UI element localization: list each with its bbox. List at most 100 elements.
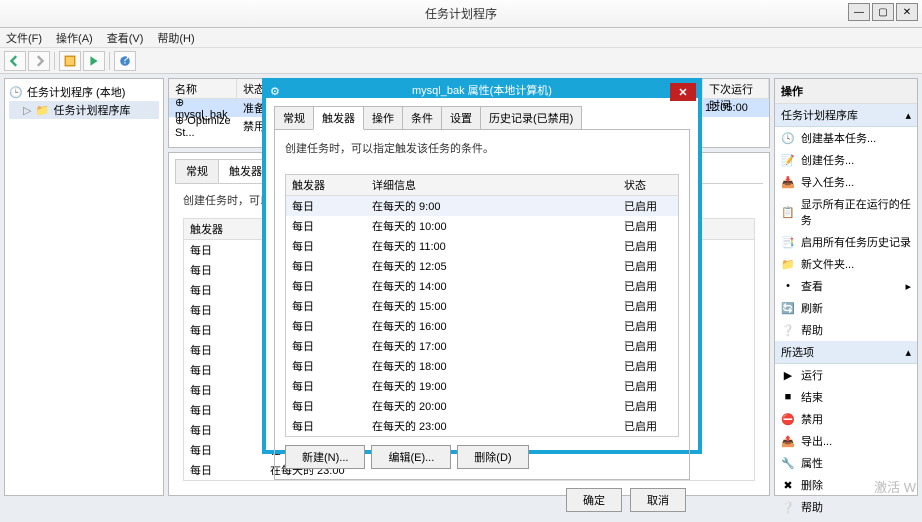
end-icon: ■ [781, 390, 795, 404]
clock-icon: 🕒 [9, 85, 23, 99]
delete-trigger-button[interactable]: 删除(D) [457, 445, 528, 469]
action-label: 帮助 [801, 322, 823, 338]
dialog-trigger-row[interactable]: 每日在每天的 17:00已启用 [286, 336, 678, 356]
tree-root[interactable]: 🕒 任务计划程序 (本地) [9, 83, 159, 101]
main-titlebar: 任务计划程序 — ▢ ✕ [0, 0, 922, 28]
action-disable[interactable]: ⛔禁用 [775, 408, 917, 430]
dlg-tab-triggers[interactable]: 触发器 [313, 106, 364, 130]
dlg-tab-conditions[interactable]: 条件 [402, 106, 442, 130]
toolbar: ? [0, 48, 922, 74]
schedule-icon: 🕓 [781, 131, 795, 145]
actions-group-library: 任务计划程序库▴ [775, 104, 917, 127]
history-icon: 📑 [781, 235, 795, 249]
menu-bar: 文件(F) 操作(A) 查看(V) 帮助(H) [0, 28, 922, 48]
properties-dialog: ⚙ mysql_bak 属性(本地计算机) ✕ 常规 触发器 操作 条件 设置 … [262, 78, 702, 454]
dialog-close-button[interactable]: ✕ [670, 83, 696, 101]
dialog-title: mysql_bak 属性(本地计算机) [412, 82, 552, 98]
dlg-hdr-trigger[interactable]: 触发器 [286, 175, 366, 195]
action-help[interactable]: ❔帮助 [775, 496, 917, 518]
action-end[interactable]: ■ 结束 [775, 386, 917, 408]
folder-icon: 📁 [781, 257, 795, 271]
dialog-trigger-row[interactable]: 每日在每天的 15:00已启用 [286, 296, 678, 316]
action-label: 显示所有正在运行的任务 [801, 196, 911, 228]
dialog-trigger-row[interactable]: 每日在每天的 11:00已启用 [286, 236, 678, 256]
maximize-button[interactable]: ▢ [872, 3, 894, 21]
action-label: 删除 [801, 477, 823, 493]
ok-button[interactable]: 确定 [566, 488, 622, 512]
action-label: 结束 [801, 389, 823, 405]
svg-text:?: ? [121, 55, 128, 66]
action-label: 创建基本任务... [801, 130, 876, 146]
tree-library-label: 任务计划程序库 [53, 102, 130, 118]
tree-library[interactable]: ▷ 📁 任务计划程序库 [9, 101, 159, 119]
back-button[interactable] [4, 51, 26, 71]
dlg-hdr-detail[interactable]: 详细信息 [366, 175, 618, 195]
props-icon: 🔧 [781, 456, 795, 470]
menu-view[interactable]: 查看(V) [107, 30, 144, 46]
action-view[interactable]: •查看▸ [775, 275, 917, 297]
dialog-titlebar: ⚙ mysql_bak 属性(本地计算机) ✕ [266, 82, 698, 98]
action-label: 导出... [801, 433, 832, 449]
dlg-tab-general[interactable]: 常规 [274, 106, 314, 130]
collapse-icon[interactable]: ▴ [905, 109, 911, 122]
export-icon: 📤 [781, 434, 795, 448]
dialog-trigger-row[interactable]: 每日在每天的 12:05已启用 [286, 256, 678, 276]
action-label: 属性 [801, 455, 823, 471]
tab-general[interactable]: 常规 [175, 159, 219, 183]
dialog-trigger-row[interactable]: 每日在每天的 16:00已启用 [286, 316, 678, 336]
col-next[interactable]: 下次运行时间 [703, 79, 769, 98]
new-trigger-button[interactable]: 新建(N)... [285, 445, 365, 469]
action-label: 运行 [801, 367, 823, 383]
action-import[interactable]: 📥导入任务... [775, 171, 917, 193]
action-label: 创建任务... [801, 152, 854, 168]
help-icon: ❔ [781, 323, 795, 337]
dialog-trigger-row[interactable]: 每日在每天的 10:00已启用 [286, 216, 678, 236]
menu-help[interactable]: 帮助(H) [157, 30, 194, 46]
action-help[interactable]: ❔ 帮助 [775, 319, 917, 341]
actions-header: 操作 [775, 79, 917, 104]
action-schedule[interactable]: 🕓 创建基本任务... [775, 127, 917, 149]
action-props[interactable]: 🔧 属性 [775, 452, 917, 474]
action-runall[interactable]: 📋 显示所有正在运行的任务 [775, 193, 917, 231]
forward-button[interactable] [28, 51, 50, 71]
dialog-trigger-list[interactable]: 触发器 详细信息 状态 每日在每天的 9:00已启用每日在每天的 10:00已启… [285, 174, 679, 437]
action-export[interactable]: 📤 导出... [775, 430, 917, 452]
dlg-hdr-status[interactable]: 状态 [618, 175, 678, 195]
dialog-trigger-row[interactable]: 每日在每天的 14:00已启用 [286, 276, 678, 296]
action-label: 查看 [801, 278, 823, 294]
actions-group-selected: 所选项▴ [775, 341, 917, 364]
dlg-tab-history[interactable]: 历史记录(已禁用) [480, 106, 582, 130]
dialog-trigger-row[interactable]: 每日在每天的 20:00已启用 [286, 396, 678, 416]
action-label: 导入任务... [801, 174, 854, 190]
minimize-button[interactable]: — [848, 3, 870, 21]
action-label: 帮助 [801, 499, 823, 515]
action-folder[interactable]: 📁 新文件夹... [775, 253, 917, 275]
collapse-icon[interactable]: ▴ [905, 346, 911, 359]
action-label: 新文件夹... [801, 256, 854, 272]
detail-hdr-trigger[interactable]: 触发器 [184, 219, 264, 239]
tree-pane: 🕒 任务计划程序 (本地) ▷ 📁 任务计划程序库 [4, 78, 164, 496]
refresh-icon: 🔄 [781, 301, 795, 315]
action-run[interactable]: ▶运行 [775, 364, 917, 386]
run-icon[interactable] [83, 51, 105, 71]
watermark: 激活 W [874, 477, 916, 496]
action-newtask[interactable]: 📝创建任务... [775, 149, 917, 171]
runall-icon: 📋 [781, 205, 795, 219]
dlg-tab-settings[interactable]: 设置 [441, 106, 481, 130]
dialog-trigger-row[interactable]: 每日在每天的 18:00已启用 [286, 356, 678, 376]
dialog-system-icon: ⚙ [270, 85, 280, 98]
dlg-tab-actions[interactable]: 操作 [363, 106, 403, 130]
close-button[interactable]: ✕ [896, 3, 918, 21]
action-label: 禁用 [801, 411, 823, 427]
menu-action[interactable]: 操作(A) [56, 30, 93, 46]
edit-trigger-button[interactable]: 编辑(E)... [371, 445, 451, 469]
dialog-trigger-row[interactable]: 每日在每天的 23:00已启用 [286, 416, 678, 436]
new-task-icon[interactable] [59, 51, 81, 71]
dialog-trigger-row[interactable]: 每日在每天的 19:00已启用 [286, 376, 678, 396]
action-history[interactable]: 📑启用所有任务历史记录 [775, 231, 917, 253]
help-toolbar-icon[interactable]: ? [114, 51, 136, 71]
action-refresh[interactable]: 🔄刷新 [775, 297, 917, 319]
menu-file[interactable]: 文件(F) [6, 30, 42, 46]
dialog-trigger-row[interactable]: 每日在每天的 9:00已启用 [286, 196, 678, 216]
cancel-button[interactable]: 取消 [630, 488, 686, 512]
